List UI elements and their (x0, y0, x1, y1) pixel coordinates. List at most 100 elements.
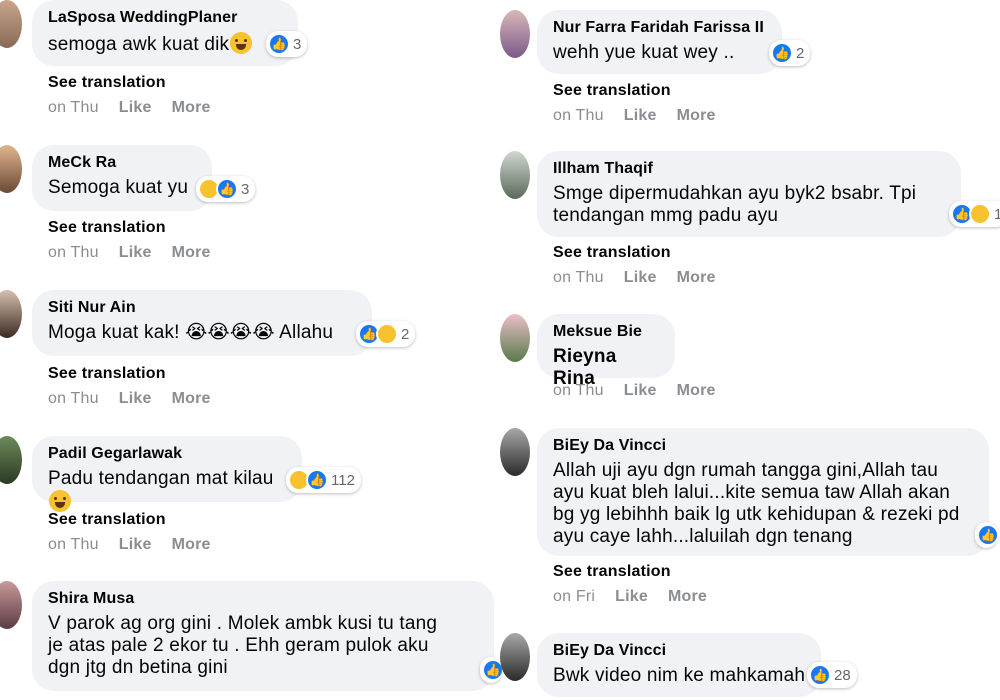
like-reaction-icon: 👍 (809, 664, 831, 686)
like-button[interactable]: Like (615, 588, 648, 606)
comment-actions: on Thu Like More (48, 99, 211, 117)
comment-author[interactable]: Padil Gegarlawak (48, 444, 288, 464)
comment-timestamp[interactable]: on Thu (553, 382, 604, 400)
comment-bubble: Padil Gegarlawak Padu tendangan mat kila… (32, 436, 302, 512)
comment-text: Bwk video nim ke mahkamah (553, 665, 806, 686)
reaction-summary[interactable]: 👍 3 (266, 31, 308, 57)
comment-author[interactable]: Siti Nur Ain (48, 298, 358, 318)
avatar[interactable] (0, 436, 22, 484)
comment-text: Allah uji ayu dgn rumah tangga gini,Alla… (553, 460, 960, 547)
comment-text: Moga kuat kak! 😭😭😭😭 Allahu (48, 322, 334, 343)
comment-bubble: Nur Farra Faridah Farissa II wehh yue ku… (537, 10, 782, 74)
avatar[interactable] (500, 10, 530, 58)
comment-timestamp[interactable]: on Thu (48, 390, 99, 408)
avatar[interactable] (0, 0, 22, 48)
reaction-summary[interactable]: 👍 112 (286, 467, 361, 493)
comment-text: V parok ag org gini . Molek ambk kusi tu… (48, 613, 438, 678)
comment-author[interactable]: Nur Farra Faridah Farissa II (553, 18, 768, 38)
more-button[interactable]: More (677, 382, 716, 400)
reaction-count: 112 (331, 471, 355, 489)
comment-text: wehh yue kuat wey .. (553, 42, 735, 63)
reaction-summary[interactable]: 👍 2 (769, 40, 811, 66)
reaction-summary[interactable]: 👍 1 (949, 201, 1000, 227)
like-button[interactable]: Like (119, 99, 152, 117)
like-reaction-icon: 👍 (216, 178, 238, 200)
comment-timestamp[interactable]: on Thu (48, 536, 99, 554)
comment-text: Padu tendangan mat kilau (48, 468, 274, 489)
comment-author[interactable]: Meksue Bie (553, 322, 661, 342)
more-button[interactable]: More (172, 99, 211, 117)
comment-actions: on Fri Like More (553, 588, 707, 606)
comment-actions: on Thu Like More (48, 244, 211, 262)
sad-reaction-icon (376, 323, 398, 345)
reaction-summary[interactable]: 👍 2 (356, 321, 416, 347)
more-button[interactable]: More (172, 536, 211, 554)
comment-author[interactable]: Illham Thaqif (553, 159, 947, 179)
comment-bubble: MeCk Ra Semoga kuat yu (32, 145, 212, 211)
comment-timestamp[interactable]: on Thu (553, 269, 604, 287)
like-button[interactable]: Like (119, 536, 152, 554)
more-button[interactable]: More (668, 588, 707, 606)
like-button[interactable]: Like (119, 390, 152, 408)
comment-timestamp[interactable]: on Thu (553, 107, 604, 125)
like-reaction-icon: 👍 (771, 42, 793, 64)
comment-text: Smge dipermudahkan ayu byk2 bsabr. Tpi t… (553, 183, 917, 226)
comment-bubble: Illham Thaqif Smge dipermudahkan ayu byk… (537, 151, 961, 237)
see-translation-link[interactable]: See translation (553, 244, 671, 262)
care-reaction-icon (969, 203, 991, 225)
comment-bubble: LaSposa WeddingPlaner semoga awk kuat di… (32, 0, 298, 66)
reaction-count: 3 (241, 180, 250, 198)
comment-bubble: Meksue Bie Rieyna Rina (537, 314, 675, 389)
reaction-count: 2 (796, 44, 805, 62)
comment-timestamp[interactable]: on Thu (48, 99, 99, 117)
comment-author[interactable]: LaSposa WeddingPlaner (48, 8, 284, 28)
reaction-summary[interactable]: 👍 28 (807, 662, 857, 688)
comment-author[interactable]: Shira Musa (48, 589, 480, 609)
comment-author[interactable]: BiEy Da Vincci (553, 641, 807, 661)
comment-bubble: Siti Nur Ain Moga kuat kak! 😭😭😭😭 Allahu (32, 290, 372, 356)
see-translation-link[interactable]: See translation (48, 74, 166, 92)
avatar[interactable] (500, 314, 530, 362)
comment-actions: on Thu Like More (48, 390, 211, 408)
comment-author[interactable]: BiEy Da Vincci (553, 436, 975, 456)
like-button[interactable]: Like (624, 107, 657, 125)
like-button[interactable]: Like (624, 382, 657, 400)
comment-timestamp[interactable]: on Fri (553, 588, 595, 606)
see-translation-link[interactable]: See translation (553, 82, 671, 100)
avatar[interactable] (0, 290, 22, 338)
reaction-count: 1 (994, 205, 1000, 223)
like-reaction-icon: 👍 (306, 469, 328, 491)
more-button[interactable]: More (172, 244, 211, 262)
avatar[interactable] (0, 581, 22, 629)
avatar[interactable] (500, 428, 530, 476)
comment-text: Semoga kuat yu (48, 177, 189, 198)
comment-author[interactable]: MeCk Ra (48, 153, 198, 173)
avatar[interactable] (0, 145, 22, 193)
avatar[interactable] (500, 151, 530, 199)
comment-actions: on Thu Like More (553, 269, 716, 287)
reaction-summary[interactable]: 👍 (975, 522, 999, 548)
avatar[interactable] (500, 633, 530, 681)
comment-actions: on Thu Like More (48, 536, 211, 554)
comment-bubble: BiEy Da Vincci Allah uji ayu dgn rumah t… (537, 428, 989, 556)
more-button[interactable]: More (677, 107, 716, 125)
more-button[interactable]: More (677, 269, 716, 287)
comment-bubble: Shira Musa V parok ag org gini . Molek a… (32, 581, 494, 691)
reaction-count: 3 (293, 35, 302, 53)
more-button[interactable]: More (172, 390, 211, 408)
like-button[interactable]: Like (119, 244, 152, 262)
see-translation-link[interactable]: See translation (48, 511, 166, 529)
like-reaction-icon: 👍 (977, 524, 999, 546)
see-translation-link[interactable]: See translation (553, 563, 671, 581)
comment-bubble: BiEy Da Vincci Bwk video nim ke mahkamah (537, 633, 821, 697)
laughing-emoji-icon (49, 490, 71, 512)
see-translation-link[interactable]: See translation (48, 219, 166, 237)
comment-timestamp[interactable]: on Thu (48, 244, 99, 262)
like-reaction-icon: 👍 (268, 33, 290, 55)
see-translation-link[interactable]: See translation (48, 365, 166, 383)
reaction-summary[interactable]: 👍 (480, 657, 504, 683)
crying-emoji-icon (230, 32, 253, 54)
reaction-summary[interactable]: 👍 3 (196, 176, 256, 202)
like-button[interactable]: Like (624, 269, 657, 287)
reaction-count: 2 (401, 325, 410, 343)
